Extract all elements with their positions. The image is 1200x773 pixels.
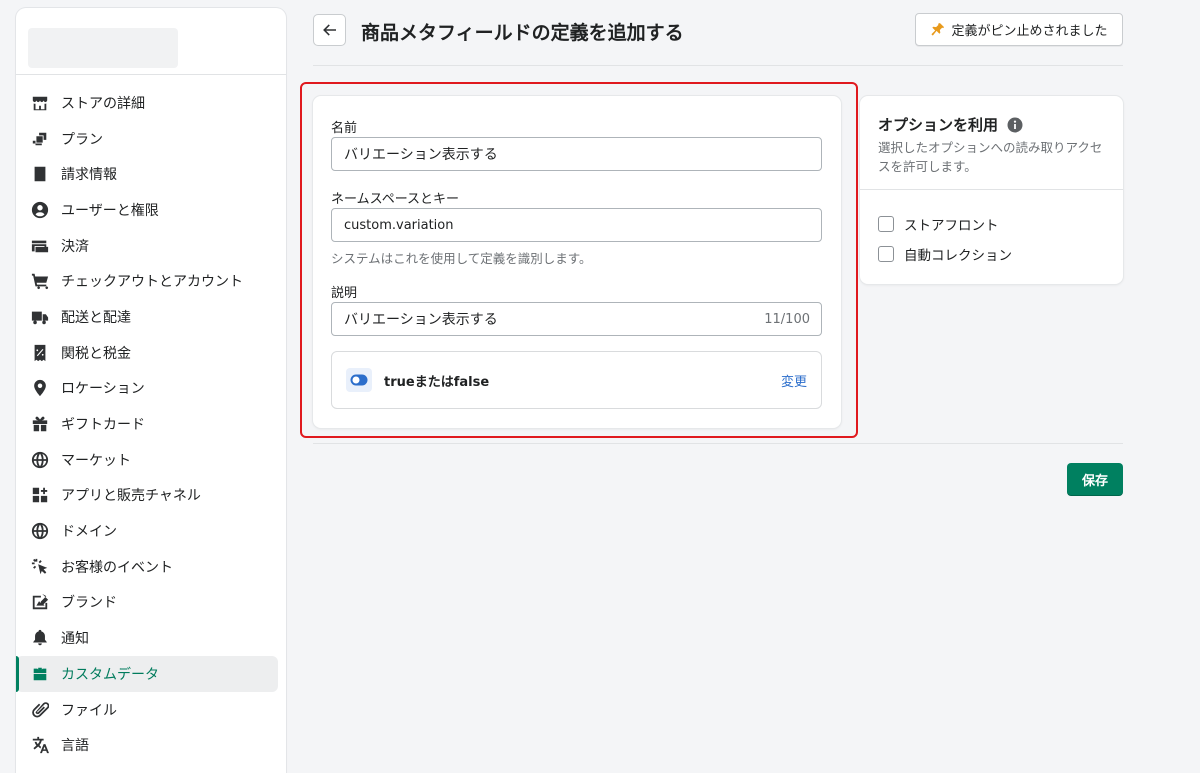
sidebar-item-label: ファイル — [61, 702, 117, 719]
settings-sidebar: ストアの詳細 プラン 請求情報 ユーザーと権限 決済 チェックアウトとアカウント… — [16, 8, 286, 773]
sidebar-item-label: 言語 — [61, 738, 89, 755]
sidebar-item-languages[interactable]: 言語 — [16, 727, 278, 763]
sidebar-item-label: 関税と税金 — [61, 345, 131, 362]
pin-button-label: 定義がピン止めされました — [951, 24, 1108, 39]
sidebar-item-payments[interactable]: 決済 — [16, 228, 278, 264]
sidebar-item-brand[interactable]: ブランド — [16, 585, 278, 621]
smart-collection-checkbox[interactable] — [878, 246, 894, 262]
description-char-count: 11/100 — [764, 311, 810, 327]
store-logo-placeholder[interactable] — [28, 28, 178, 68]
content-type-label: trueまたはfalse — [384, 374, 490, 390]
footer-divider — [313, 443, 1123, 444]
sidebar-item-label: カスタムデータ — [61, 666, 159, 683]
sidebar-item-label: チェックアウトとアカウント — [61, 274, 243, 291]
sidebar-item-notifications[interactable]: 通知 — [16, 620, 278, 656]
save-button[interactable]: 保存 — [1067, 463, 1123, 496]
cursor-click-icon — [30, 557, 50, 577]
sidebar-item-label: お客様のイベント — [61, 559, 173, 576]
sidebar-item-locations[interactable]: ロケーション — [16, 371, 278, 407]
translate-icon — [30, 735, 50, 755]
sidebar-item-billing[interactable]: 請求情報 — [16, 156, 278, 192]
storefront-checkbox[interactable] — [878, 216, 894, 232]
sidebar-item-domains[interactable]: ドメイン — [16, 513, 278, 549]
sidebar-item-custom-data[interactable]: カスタムデータ — [16, 656, 278, 692]
settings-nav: ストアの詳細 プラン 請求情報 ユーザーと権限 決済 チェックアウトとアカウント… — [16, 75, 286, 773]
smart-collection-checkbox-label: 自動コレクション — [904, 248, 1012, 264]
info-icon[interactable] — [1007, 117, 1023, 133]
sidebar-item-gift-cards[interactable]: ギフトカード — [16, 406, 278, 442]
sidebar-item-store-details[interactable]: ストアの詳細 — [16, 85, 278, 121]
sidebar-item-label: 請求情報 — [61, 167, 117, 184]
user-icon — [30, 200, 50, 220]
sidebar-item-label: ユーザーと権限 — [61, 202, 159, 219]
sidebar-item-label: ブランド — [61, 595, 117, 612]
options-card: オプションを利用 選択したオプションへの読み取りアクセスを許可します。 ストアフ… — [860, 96, 1123, 284]
sidebar-item-label: ギフトカード — [61, 417, 145, 434]
globe-icon — [30, 450, 50, 470]
name-input[interactable]: バリエーション表示する — [331, 137, 822, 171]
header-divider — [313, 65, 1123, 66]
storefront-checkbox-label: ストアフロント — [904, 218, 999, 234]
description-label: 説明 — [331, 286, 358, 301]
sidebar-item-checkout[interactable]: チェックアウトとアカウント — [16, 263, 278, 299]
pin-icon — [931, 22, 945, 36]
options-title: オプションを利用 — [878, 116, 999, 134]
sidebar-item-label: ストアの詳細 — [61, 95, 145, 112]
namespace-key-input[interactable]: custom.variation — [331, 208, 822, 242]
description-input[interactable]: バリエーション表示する 11/100 — [331, 302, 822, 336]
plan-icon — [30, 129, 50, 149]
sidebar-item-markets[interactable]: マーケット — [16, 442, 278, 478]
sidebar-item-more[interactable] — [16, 763, 278, 773]
cart-icon — [30, 271, 50, 291]
options-title-row: オプションを利用 — [878, 114, 1023, 135]
bell-icon — [30, 628, 50, 648]
change-type-link[interactable]: 変更 — [781, 371, 807, 390]
sidebar-item-taxes[interactable]: 関税と税金 — [16, 335, 278, 371]
definition-form-card: 名前 バリエーション表示する ネームスペースとキー custom.variati… — [313, 96, 841, 428]
truck-icon — [30, 307, 50, 327]
sidebar-item-shipping[interactable]: 配送と配達 — [16, 299, 278, 335]
payment-card-icon — [30, 236, 50, 256]
store-icon — [30, 93, 50, 113]
namespace-key-input-value: custom.variation — [344, 217, 454, 233]
sidebar-item-label: 配送と配達 — [61, 309, 131, 326]
sidebar-item-plan[interactable]: プラン — [16, 121, 278, 157]
paperclip-icon — [30, 700, 50, 720]
tax-icon — [30, 343, 50, 363]
apps-icon — [30, 485, 50, 505]
sidebar-item-label: 決済 — [61, 238, 89, 255]
sidebar-item-label: マーケット — [61, 452, 131, 469]
domain-globe-icon — [30, 521, 50, 541]
sidebar-item-files[interactable]: ファイル — [16, 692, 278, 728]
options-divider — [860, 189, 1123, 190]
options-description: 選択したオプションへの読み取りアクセスを許可します。 — [878, 140, 1103, 174]
content-type-selector: trueまたはfalse 変更 — [331, 351, 822, 409]
namespace-help-text: システムはこれを使用して定義を識別します。 — [331, 251, 592, 266]
back-button[interactable] — [313, 14, 346, 46]
sidebar-item-label: ドメイン — [61, 524, 117, 541]
storefront-checkbox-row[interactable]: ストアフロント — [878, 214, 999, 234]
sidebar-item-label: アプリと販売チャネル — [61, 488, 201, 505]
name-label: 名前 — [331, 121, 358, 136]
brand-icon — [30, 592, 50, 612]
sidebar-item-apps[interactable]: アプリと販売チャネル — [16, 478, 278, 514]
sidebar-item-customer-events[interactable]: お客様のイベント — [16, 549, 278, 585]
location-pin-icon — [30, 378, 50, 398]
sidebar-item-users[interactable]: ユーザーと権限 — [16, 192, 278, 228]
sidebar-item-label: 通知 — [61, 631, 89, 648]
description-input-value: バリエーション表示する — [344, 312, 498, 328]
pin-definition-button[interactable]: 定義がピン止めされました — [915, 13, 1123, 46]
smart-collection-checkbox-row[interactable]: 自動コレクション — [878, 244, 1012, 264]
arrow-left-icon — [322, 24, 336, 36]
gift-icon — [30, 414, 50, 434]
namespace-label: ネームスペースとキー — [331, 192, 460, 207]
billing-icon — [30, 164, 50, 184]
sidebar-item-label: プラン — [61, 131, 103, 148]
sidebar-item-label: ロケーション — [61, 381, 145, 398]
page-title: 商品メタフィールドの定義を追加する — [361, 22, 684, 44]
store-header — [16, 8, 286, 75]
name-input-value: バリエーション表示する — [344, 147, 498, 163]
custom-data-icon — [30, 664, 50, 684]
toggle-icon — [346, 368, 372, 392]
